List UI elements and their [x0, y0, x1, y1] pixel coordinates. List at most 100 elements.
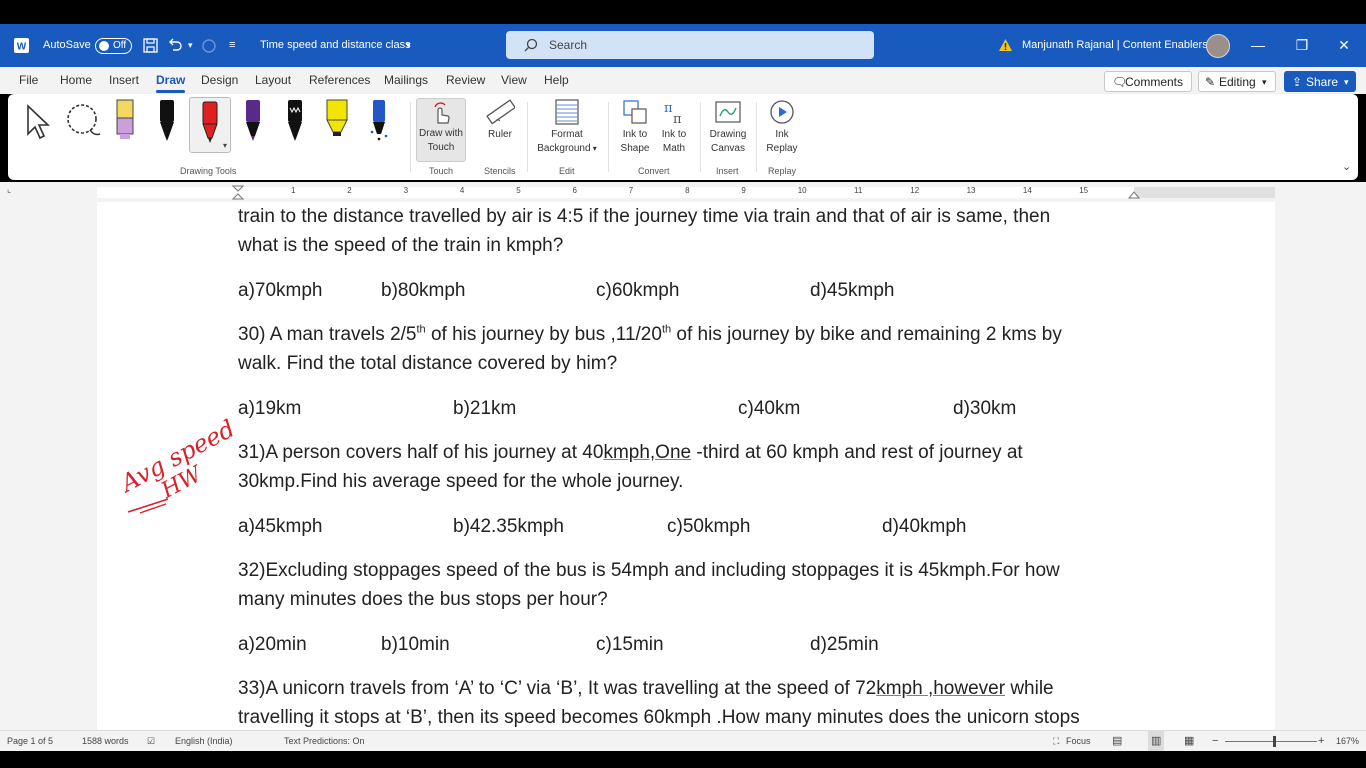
question-32-line-1[interactable]: 32)Excluding stoppages speed of the bus … — [238, 556, 1060, 585]
zoom-out-icon[interactable]: − — [1212, 731, 1218, 752]
tab-mailings[interactable]: Mailings — [384, 67, 428, 94]
ink-replay-label-2: Replay — [766, 143, 798, 154]
autosave-toggle[interactable]: Off — [95, 38, 132, 54]
draw-with-touch-button[interactable]: Draw with Touch — [416, 98, 466, 162]
question-31-line-2[interactable]: 30kmp.Find his average speed for the who… — [238, 467, 683, 496]
question-32-option-a[interactable]: a)20min — [238, 630, 307, 659]
question-33-line-2[interactable]: travelling it stops at ‘B’, then its spe… — [238, 703, 1080, 730]
focus-icon[interactable]: ⛶ — [1053, 731, 1059, 752]
pen-black-2-icon[interactable] — [284, 98, 306, 142]
tab-insert[interactable]: Insert — [109, 67, 139, 94]
question-33-line-1[interactable]: 33)A unicorn travels from ‘A’ to ‘C’ via… — [238, 674, 1054, 703]
question-30-option-d[interactable]: d)30km — [953, 394, 1016, 423]
horizontal-ruler[interactable]: ⌞ 1 2 3 4 5 6 7 8 9 10 11 12 13 14 15 — [0, 182, 1366, 202]
tab-stop-selector-icon[interactable]: ⌞ — [7, 184, 11, 195]
pen-purple-icon[interactable] — [242, 98, 264, 142]
save-icon[interactable] — [143, 38, 158, 53]
customize-toolbar-icon[interactable]: ≡ — [229, 24, 235, 67]
close-icon[interactable]: ✕ — [1322, 24, 1366, 67]
handwritten-annotation[interactable]: Avg speed HW — [110, 407, 240, 522]
title-chevron-down-icon[interactable]: ▾ — [406, 24, 411, 67]
question-30-line-2[interactable]: walk. Find the total distance covered by… — [238, 349, 617, 378]
question-30-option-a[interactable]: a)19km — [238, 394, 301, 423]
tab-help[interactable]: Help — [544, 67, 569, 94]
proofing-icon[interactable]: ☑ — [147, 731, 155, 752]
question-29-option-c[interactable]: c)60kmph — [596, 276, 679, 305]
tab-design[interactable]: Design — [201, 67, 238, 94]
question-32-option-c[interactable]: c)15min — [596, 630, 664, 659]
highlighter-yellow-icon[interactable] — [324, 98, 350, 142]
ruler-number: 10 — [797, 186, 807, 195]
tab-draw[interactable]: Draw — [156, 67, 186, 94]
question-32-line-2[interactable]: many minutes does the bus stops per hour… — [238, 585, 608, 614]
ribbon-collapse-chevron-icon[interactable]: ⌄ — [1342, 160, 1351, 173]
document-canvas[interactable]: train to the distance travelled by air i… — [0, 202, 1366, 730]
print-layout-icon[interactable]: ▥ — [1148, 731, 1165, 752]
focus-button[interactable]: Focus — [1066, 731, 1091, 752]
language-indicator[interactable]: English (India) — [175, 731, 233, 752]
question-31-option-c[interactable]: c)50kmph — [667, 512, 750, 541]
text-predictions-status[interactable]: Text Predictions: On — [284, 731, 365, 752]
highlighter-pink-icon[interactable] — [114, 98, 136, 142]
ink-replay-button[interactable]: Ink Replay — [760, 98, 804, 156]
question-30-option-b[interactable]: b)21km — [453, 394, 516, 423]
tab-layout[interactable]: Layout — [255, 67, 291, 94]
restore-icon[interactable]: ❐ — [1280, 24, 1324, 67]
question-29-line-2[interactable]: what is the speed of the train in kmph? — [238, 231, 563, 260]
share-label: Share — [1306, 75, 1339, 89]
tab-references[interactable]: References — [309, 67, 370, 94]
zoom-slider-track[interactable] — [1225, 741, 1317, 742]
question-29-option-d[interactable]: d)45kmph — [810, 276, 895, 305]
user-name[interactable]: Manjunath Rajanal | Content Enablers — [1022, 24, 1208, 67]
status-bar: Page 1 of 5 1588 words ☑ English (India)… — [0, 730, 1366, 752]
ruler-button[interactable]: Ruler — [478, 98, 522, 142]
question-31-option-b[interactable]: b)42.35kmph — [453, 512, 564, 541]
tab-review[interactable]: Review — [446, 67, 485, 94]
zoom-slider-thumb[interactable] — [1273, 736, 1276, 747]
question-31-option-d[interactable]: d)40kmph — [882, 512, 967, 541]
read-mode-icon[interactable]: ▤ — [1112, 731, 1122, 752]
tab-home[interactable]: Home — [60, 67, 92, 94]
question-30-line-1[interactable]: 30) A man travels 2/5th of his journey b… — [238, 320, 1062, 349]
tab-view[interactable]: View — [501, 67, 527, 94]
web-layout-icon[interactable]: ▦ — [1184, 731, 1194, 752]
document-title[interactable]: Time speed and distance class — [260, 24, 411, 67]
ink-to-shape-button[interactable]: Ink to Shape — [615, 98, 655, 156]
question-32-option-d[interactable]: d)25min — [810, 630, 879, 659]
pen-red-icon: ▾ — [202, 101, 227, 150]
ruler-number: 15 — [1079, 186, 1089, 195]
minimize-icon[interactable]: — — [1236, 24, 1280, 67]
word-count[interactable]: 1588 words — [82, 731, 129, 752]
indent-marker-icon[interactable] — [232, 185, 244, 201]
question-32-option-b[interactable]: b)10min — [381, 630, 450, 659]
ink-to-math-button[interactable]: ππ Ink to Math — [654, 98, 694, 156]
page-count[interactable]: Page 1 of 5 — [7, 731, 53, 752]
warning-icon[interactable] — [998, 38, 1013, 52]
redo-icon[interactable] — [201, 38, 217, 53]
question-31-line-1[interactable]: 31)A person covers half of his journey a… — [238, 438, 1023, 467]
right-indent-marker-icon[interactable] — [1128, 189, 1140, 199]
zoom-level[interactable]: 167% — [1336, 731, 1359, 752]
undo-icon[interactable] — [167, 38, 183, 53]
drawing-canvas-button[interactable]: Drawing Canvas — [704, 98, 752, 156]
question-29-option-a[interactable]: a)70kmph — [238, 276, 323, 305]
question-29-line-1[interactable]: train to the distance travelled by air i… — [238, 202, 1050, 231]
editing-mode-button[interactable]: ✎ Editing ▾ — [1198, 71, 1276, 92]
question-30-option-c[interactable]: c)40km — [738, 394, 800, 423]
share-button[interactable]: ⇪ Share ▾ — [1284, 71, 1356, 92]
search-box[interactable]: Search — [506, 31, 874, 59]
format-background-button[interactable]: Format Background ▾ — [530, 98, 604, 156]
pen-black-1-icon[interactable] — [156, 98, 178, 142]
ruler-number: 1 — [291, 186, 296, 195]
zoom-in-icon[interactable]: + — [1318, 731, 1324, 752]
question-31-option-a[interactable]: a)45kmph — [238, 512, 323, 541]
pen-blue-galaxy-icon[interactable] — [368, 98, 390, 142]
question-29-option-b[interactable]: b)80kmph — [381, 276, 466, 305]
user-avatar[interactable] — [1206, 34, 1230, 58]
undo-dropdown-icon[interactable]: ▾ — [188, 24, 193, 67]
select-cursor-icon[interactable] — [24, 102, 52, 142]
tab-file[interactable]: File — [19, 67, 38, 94]
pen-red-selected[interactable]: ▾ — [189, 97, 231, 153]
comments-button[interactable]: 🗨 Comments — [1104, 71, 1192, 92]
lasso-select-icon[interactable] — [64, 102, 104, 142]
